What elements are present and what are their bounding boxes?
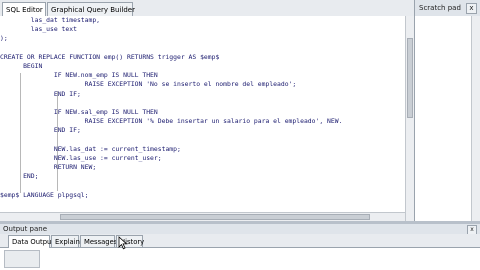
code-line: las_dat timestamp, <box>0 16 101 24</box>
tab-messages[interactable]: Messages <box>80 235 117 247</box>
sql-editor[interactable]: las_dat timestamp, las_use text); CREATE … <box>0 16 405 221</box>
tab-data-output[interactable]: Data Output <box>8 235 54 248</box>
grid-corner-cell <box>4 250 40 268</box>
code-line: END IF; <box>0 126 81 135</box>
code-line: ); <box>0 34 8 43</box>
code-line: RAISE EXCEPTION '% Debe insertar un sala… <box>0 117 343 126</box>
code-line: IF NEW.sal_emp IS NULL THEN <box>0 107 158 116</box>
code-line: NEW.las_dat := current_timestamp; <box>0 144 181 153</box>
scratch-pad-textarea[interactable] <box>414 16 480 223</box>
code-line: las_use text <box>0 25 77 34</box>
close-icon[interactable]: x <box>466 3 477 14</box>
tab-sql-editor[interactable]: SQL Editor <box>2 2 46 17</box>
mouse-cursor-icon <box>118 236 128 250</box>
scratch-pad-scrollbar[interactable] <box>471 16 480 221</box>
scratch-pad-title: Scratch pad <box>419 4 461 12</box>
code-line: END IF; <box>0 89 81 98</box>
scrollbar-thumb[interactable] <box>407 38 413 118</box>
output-tabbar: Data Output Explain Messages History <box>0 234 480 248</box>
editor-vertical-scrollbar[interactable] <box>405 16 414 221</box>
output-pane-header: Output pane x <box>0 224 480 235</box>
scratch-pad-header: Scratch pad x <box>414 0 480 16</box>
code-line: RAISE EXCEPTION 'No se inserto el nombre… <box>0 80 297 89</box>
code-line: CREATE OR REPLACE FUNCTION emp() RETURNS… <box>0 52 220 61</box>
code-line: $emp$ LANGUAGE plpgsql; <box>0 190 89 199</box>
tab-graphical-query-builder[interactable]: Graphical Query Builder <box>47 2 135 16</box>
editor-tabbar: SQL Editor Graphical Query Builder <box>0 0 414 17</box>
code-line: END; <box>0 172 39 181</box>
scrollbar-thumb[interactable] <box>60 214 370 220</box>
code-text[interactable]: las_dat timestamp, las_use text); CREATE … <box>0 16 405 200</box>
tab-explain[interactable]: Explain <box>51 235 80 247</box>
code-line: IF NEW.nom_emp IS NULL THEN <box>0 71 158 80</box>
code-line: RETURN NEW; <box>0 163 97 171</box>
data-output-grid[interactable] <box>0 248 480 270</box>
code-line: NEW.las_use := current_user; <box>0 153 162 162</box>
code-line: BEGIN <box>0 61 43 70</box>
output-pane-title: Output pane <box>3 225 48 233</box>
editor-horizontal-scrollbar[interactable] <box>0 212 405 221</box>
